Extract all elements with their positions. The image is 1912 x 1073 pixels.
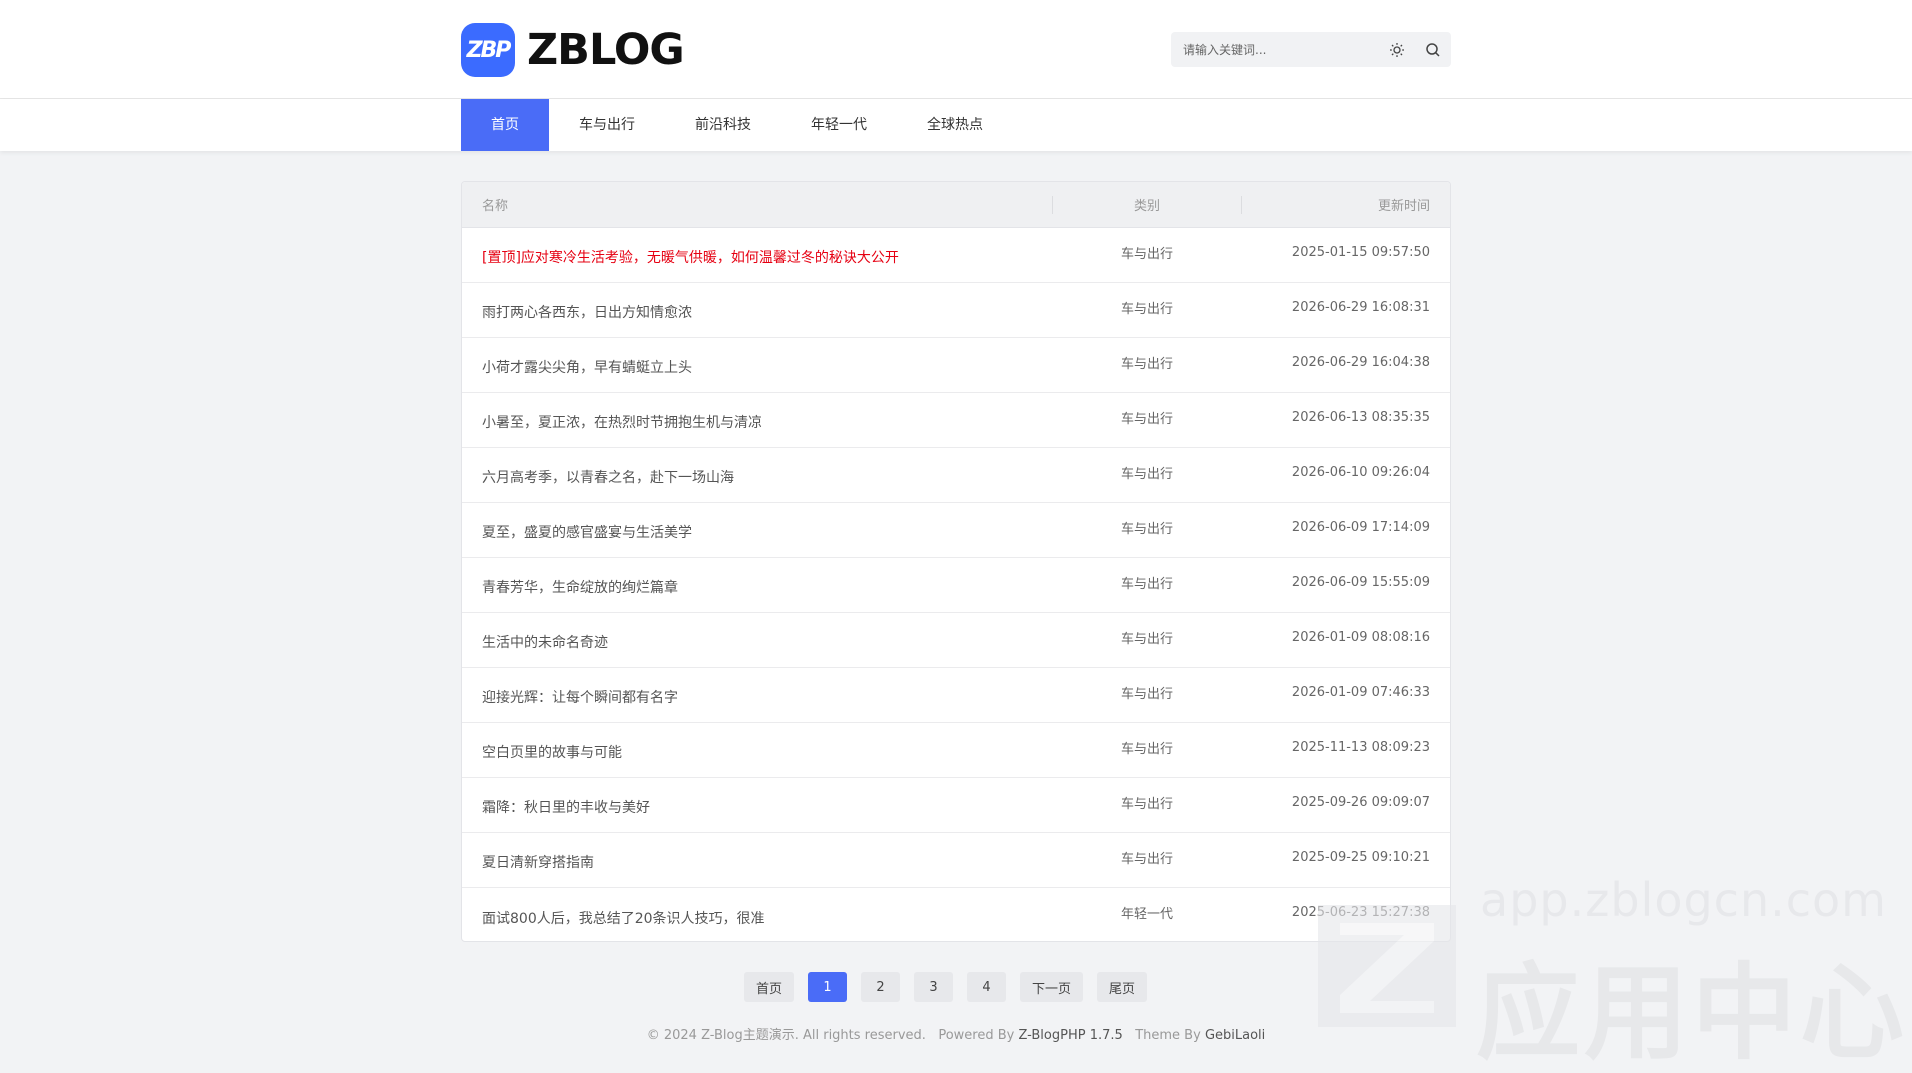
article-update-time: 2026-06-09 17:14:09: [1291, 519, 1430, 535]
header-name: 名称: [482, 199, 509, 214]
table-row: 小荷才露尖尖角，早有蜻蜓立上头 车与出行 2026-06-29 16:04:38: [462, 338, 1450, 393]
theme-toggle-sun-icon[interactable]: [1379, 32, 1415, 67]
article-title-link[interactable]: 小荷才露尖尖角，早有蜻蜓立上头: [462, 353, 1052, 377]
table-row: 迎接光辉：让每个瞬间都有名字 车与出行 2026-01-09 07:46:33: [462, 668, 1450, 723]
article-title-link[interactable]: 夏至，盛夏的感官盛宴与生活美学: [462, 518, 1052, 542]
header-category: 类别: [1133, 199, 1160, 214]
article-title-link[interactable]: 迎接光辉：让每个瞬间都有名字: [462, 683, 1052, 707]
article-title-link[interactable]: 霜降：秋日里的丰收与美好: [462, 793, 1052, 817]
powered-link[interactable]: Z-BlogPHP 1.7.5: [1018, 1028, 1122, 1043]
article-title-link[interactable]: 夏日清新穿搭指南: [462, 848, 1052, 872]
article-update-time: 2026-06-09 15:55:09: [1291, 574, 1430, 590]
table-row: 雨打两心各西东，日出方知情愈浓 车与出行 2026-06-29 16:08:31: [462, 283, 1450, 338]
article-update-time: 2025-11-13 08:09:23: [1291, 739, 1430, 755]
table-row: 面试800人后，我总结了20条识人技巧，很准年轻一代2025-06-23 15:…: [462, 888, 1450, 941]
logo-text: ZBLOG: [527, 25, 685, 75]
table-row: 生活中的未命名奇迹 车与出行 2026-01-09 08:08:16: [462, 613, 1450, 668]
article-update-time: 2025-01-15 09:57:50: [1291, 244, 1430, 260]
nav-item-1[interactable]: 车与出行: [549, 99, 665, 151]
table-row: 小暑至，夏正浓，在热烈时节拥抱生机与清凉 车与出行 2026-06-13 08:35…: [462, 393, 1450, 448]
nav-item-3[interactable]: 年轻一代: [781, 99, 897, 151]
watermark-text: 应用中心: [1476, 952, 1909, 1073]
nav-item-2[interactable]: 前沿科技: [665, 99, 781, 151]
table-row: [置顶]应对寒冷生活考验，无暖气供暖，如何温馨过冬的秘诀大公开 车与出行 2025-…: [462, 228, 1450, 283]
list-header: 名称 类别 更新时间: [462, 182, 1450, 228]
search-box: [1171, 32, 1451, 67]
nav-item-4[interactable]: 全球热点: [897, 99, 1013, 151]
article-category-link[interactable]: 车与出行: [1052, 298, 1242, 317]
main-nav: 首页 车与出行 前沿科技 年轻一代 全球热点: [0, 99, 1912, 151]
article-update-time: 2026-06-29 16:04:38: [1291, 354, 1430, 370]
copyright-text: © 2024 Z-Blog主题演示. All rights reserved.: [646, 1028, 926, 1043]
powered-prefix: Powered By: [938, 1028, 1015, 1043]
article-update-time: 2025-09-26 09:09:07: [1291, 794, 1430, 810]
theme-author-link[interactable]: GebiLaoli: [1205, 1028, 1265, 1043]
last-page-button[interactable]: 尾页: [1097, 972, 1148, 1002]
article-category-link[interactable]: 车与出行: [1052, 628, 1242, 647]
watermark-url: app.zblogcn.com: [1480, 873, 1887, 927]
table-row: 夏日清新穿搭指南 车与出行 2025-09-25 09:10:21: [462, 833, 1450, 888]
article-title-link[interactable]: 生活中的未命名奇迹: [462, 628, 1052, 652]
article-category-link[interactable]: 车与出行: [1052, 573, 1242, 592]
table-row: 夏至，盛夏的感官盛宴与生活美学 车与出行 2026-06-09 17:14:09: [462, 503, 1450, 558]
article-category-link[interactable]: 车与出行: [1052, 243, 1242, 262]
header-time: 更新时间: [1377, 199, 1430, 214]
site-header: ZBP ZBLOG: [0, 0, 1912, 99]
article-category-link[interactable]: 车与出行: [1052, 738, 1242, 757]
search-input[interactable]: [1171, 32, 1379, 67]
table-row: 空白页里的故事与可能 车与出行 2025-11-13 08:09:23: [462, 723, 1450, 778]
page-3-button[interactable]: 3: [914, 972, 954, 1002]
table-row: 青春芳华，生命绽放的绚烂篇章 车与出行 2026-06-09 15:55:09: [462, 558, 1450, 613]
article-update-time: 2026-01-09 07:46:33: [1291, 684, 1430, 700]
page-4-button[interactable]: 4: [967, 972, 1007, 1002]
article-category-link[interactable]: 车与出行: [1052, 848, 1242, 867]
article-update-time: 2026-06-13 08:35:35: [1291, 409, 1430, 425]
first-page-button[interactable]: 首页: [744, 972, 795, 1002]
article-category-link[interactable]: 车与出行: [1052, 518, 1242, 537]
list-body: [置顶]应对寒冷生活考验，无暖气供暖，如何温馨过冬的秘诀大公开 车与出行 2025-…: [462, 228, 1450, 941]
page-2-button[interactable]: 2: [861, 972, 901, 1002]
article-category-link[interactable]: 年轻一代: [1052, 903, 1242, 922]
logo-mark-icon: ZBP: [461, 23, 515, 77]
article-title-link[interactable]: 雨打两心各西东，日出方知情愈浓: [462, 298, 1052, 322]
nav-item-0[interactable]: 首页: [461, 99, 549, 151]
article-category-link[interactable]: 车与出行: [1052, 683, 1242, 702]
article-update-time: 2026-01-09 08:08:16: [1291, 629, 1430, 645]
search-icon[interactable]: [1415, 32, 1451, 67]
article-update-time: 2025-09-25 09:10:21: [1291, 849, 1430, 865]
article-category-link[interactable]: 车与出行: [1052, 353, 1242, 372]
article-title-link[interactable]: 面试800人后，我总结了20条识人技巧，很准: [462, 904, 1052, 928]
article-update-time: 2026-06-10 09:26:04: [1291, 464, 1430, 480]
table-row: 六月高考季，以青春之名，赴下一场山海 车与出行 2026-06-10 09:26:0…: [462, 448, 1450, 503]
watermark-logo-icon: [1318, 905, 1456, 1027]
article-update-time: 2026-06-29 16:08:31: [1291, 299, 1430, 315]
page-1-button[interactable]: 1: [808, 972, 848, 1002]
article-category-link[interactable]: 车与出行: [1052, 408, 1242, 427]
article-category-link[interactable]: 车与出行: [1052, 793, 1242, 812]
article-title-link[interactable]: 六月高考季，以青春之名，赴下一场山海: [462, 463, 1052, 487]
article-title-link[interactable]: 青春芳华，生命绽放的绚烂篇章: [462, 573, 1052, 597]
site-logo[interactable]: ZBP ZBLOG: [461, 23, 685, 77]
theme-prefix: Theme By: [1135, 1028, 1201, 1043]
article-list: 名称 类别 更新时间 [置顶]应对寒冷生活考验，无暖气供暖，如何温馨过冬的秘诀大…: [461, 181, 1451, 942]
article-category-link[interactable]: 车与出行: [1052, 463, 1242, 482]
article-title-link[interactable]: 空白页里的故事与可能: [462, 738, 1052, 762]
article-title-link[interactable]: 小暑至，夏正浓，在热烈时节拥抱生机与清凉: [462, 408, 1052, 432]
pinned-article-link[interactable]: [置顶]应对寒冷生活考验，无暖气供暖，如何温馨过冬的秘诀大公开: [462, 243, 1052, 267]
table-row: 霜降：秋日里的丰收与美好 车与出行 2025-09-26 09:09:07: [462, 778, 1450, 833]
next-page-button[interactable]: 下一页: [1020, 972, 1084, 1002]
